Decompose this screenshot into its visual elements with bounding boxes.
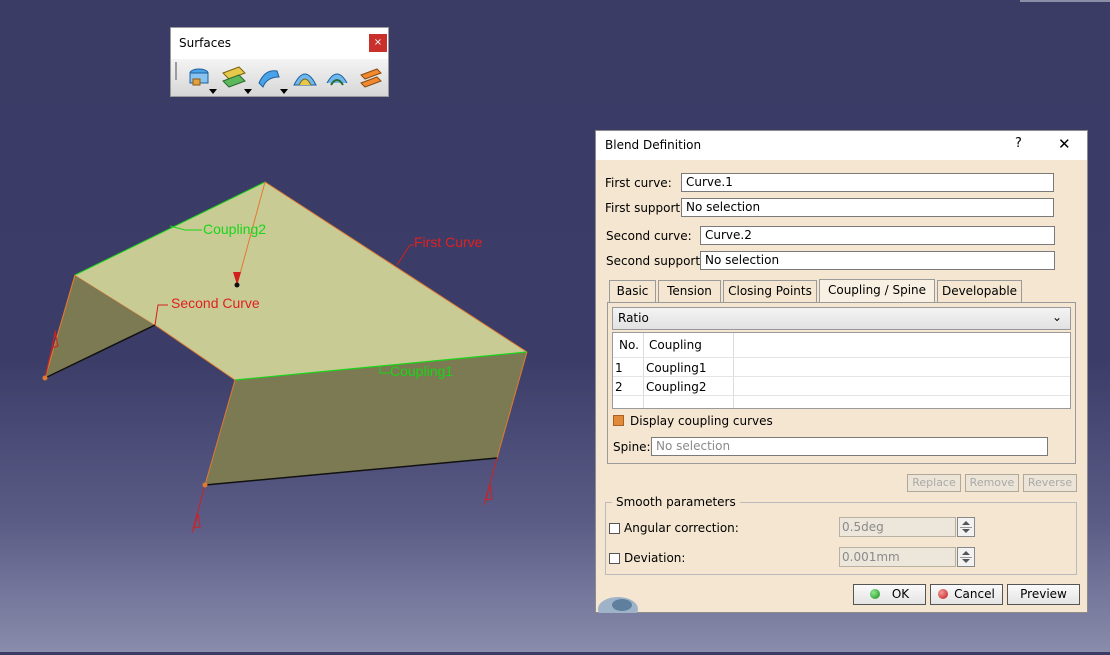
deviation-checkbox[interactable] <box>609 553 620 564</box>
coupling-table[interactable]: No. Coupling 1 Coupling1 2 Coupling2 <box>612 332 1071 409</box>
arrow-front-left-icon <box>191 484 206 534</box>
vertex-point <box>42 375 48 381</box>
tab-tension[interactable]: Tension <box>658 280 721 303</box>
ok-label: OK <box>891 587 910 601</box>
catia-logo-icon <box>598 597 638 613</box>
dropdown-arrow-icon[interactable] <box>244 89 252 94</box>
row-divider <box>613 357 1070 358</box>
column-header-no: No. <box>619 338 639 352</box>
surfaces-toolbar[interactable]: Surfaces × <box>170 27 389 97</box>
angular-correction-checkbox[interactable] <box>609 523 620 534</box>
fill-surface-icon[interactable] <box>291 63 319 91</box>
spine-label: Spine: <box>613 440 651 454</box>
row-1-coupling[interactable]: Coupling1 <box>646 361 706 375</box>
coupling1-label: Coupling1 <box>390 363 453 379</box>
second-curve-field[interactable]: Curve.2 <box>700 226 1055 245</box>
smooth-parameters-title: Smooth parameters <box>612 495 740 509</box>
dialog-title: Blend Definition <box>605 138 702 152</box>
ok-led-icon <box>869 589 880 599</box>
first-curve-field[interactable]: Curve.1 <box>681 173 1054 192</box>
multi-section-surface-icon[interactable] <box>323 63 351 91</box>
first-support-field[interactable]: No selection <box>681 198 1054 217</box>
first-curve-label: First curve: <box>605 176 672 190</box>
toolbar-grip[interactable] <box>175 62 177 80</box>
offset-surface-icon[interactable] <box>219 63 247 91</box>
column-header-coupling: Coupling <box>649 338 702 352</box>
remove-button[interactable]: Remove <box>965 474 1019 492</box>
angular-correction-input[interactable]: 0.5deg <box>839 517 956 537</box>
vertex-point <box>202 482 208 488</box>
extrude-surface-icon[interactable] <box>185 63 213 91</box>
chevron-down-icon: ⌄ <box>1051 310 1062 324</box>
blend-definition-dialog[interactable]: Blend Definition ? ✕ First curve: Curve.… <box>595 130 1088 613</box>
spine-field[interactable]: No selection <box>651 437 1048 456</box>
tab-developable[interactable]: Developable <box>937 280 1022 303</box>
smooth-parameters-group: Smooth parameters Angular correction: 0.… <box>605 495 1077 575</box>
help-button[interactable]: ? <box>1015 136 1022 151</box>
cancel-label: Cancel <box>954 587 995 601</box>
row-divider <box>613 376 1070 377</box>
angular-correction-label: Angular correction: <box>624 521 739 535</box>
angular-correction-spinner[interactable] <box>957 517 975 537</box>
second-support-field[interactable]: No selection <box>700 251 1055 270</box>
first-curve-leader <box>396 244 414 266</box>
deviation-input[interactable]: 0.001mm <box>839 547 956 567</box>
second-support-label: Second support: <box>606 254 705 268</box>
coupling-mode-select[interactable]: Ratio ⌄ <box>612 307 1071 330</box>
blend-surface-icon[interactable] <box>357 63 385 91</box>
display-coupling-checkbox[interactable] <box>613 415 624 426</box>
deviation-label: Deviation: <box>624 551 686 565</box>
first-support-label: First support: <box>605 201 685 215</box>
coupling-spine-panel: Ratio ⌄ No. Coupling 1 Coupling1 2 Coupl… <box>607 302 1076 464</box>
row-divider <box>613 395 1070 396</box>
toolbar-icon-row <box>171 59 388 96</box>
tab-basic[interactable]: Basic <box>609 280 656 303</box>
close-button[interactable]: ✕ <box>1058 135 1071 153</box>
blend-surface-top[interactable] <box>75 182 527 380</box>
tab-coupling-spine[interactable]: Coupling / Spine <box>819 279 935 303</box>
cancel-button[interactable]: Cancel <box>930 584 1003 605</box>
column-divider <box>733 333 734 408</box>
dropdown-arrow-icon[interactable] <box>209 89 217 94</box>
ok-button[interactable]: OK <box>853 584 926 605</box>
cancel-led-icon <box>938 589 949 599</box>
column-divider <box>643 333 644 408</box>
spine-point <box>234 282 240 288</box>
second-curve-label: Second Curve <box>171 295 260 311</box>
window-edge <box>1020 0 1110 2</box>
row-1-no[interactable]: 1 <box>615 361 623 375</box>
deviation-spinner[interactable] <box>957 547 975 567</box>
toolbar-close-button[interactable]: × <box>369 34 387 52</box>
tab-closing-points[interactable]: Closing Points <box>723 280 817 303</box>
replace-button[interactable]: Replace <box>907 474 961 492</box>
arrow-front-right-icon <box>483 457 498 506</box>
row-2-coupling[interactable]: Coupling2 <box>646 380 706 394</box>
preview-button[interactable]: Preview <box>1007 584 1080 605</box>
coupling-mode-value: Ratio <box>618 311 649 325</box>
second-curve-label: Second curve: <box>606 229 692 243</box>
toolbar-title: Surfaces <box>179 36 231 50</box>
dialog-titlebar[interactable]: Blend Definition ? ✕ <box>596 131 1087 160</box>
row-2-no[interactable]: 2 <box>615 380 623 394</box>
coupling2-label: Coupling2 <box>203 221 266 237</box>
display-coupling-label: Display coupling curves <box>630 414 773 428</box>
dropdown-arrow-icon[interactable] <box>280 89 288 94</box>
sweep-surface-icon[interactable] <box>255 63 283 91</box>
first-curve-label: First Curve <box>414 234 483 250</box>
reverse-button[interactable]: Reverse <box>1023 474 1077 492</box>
